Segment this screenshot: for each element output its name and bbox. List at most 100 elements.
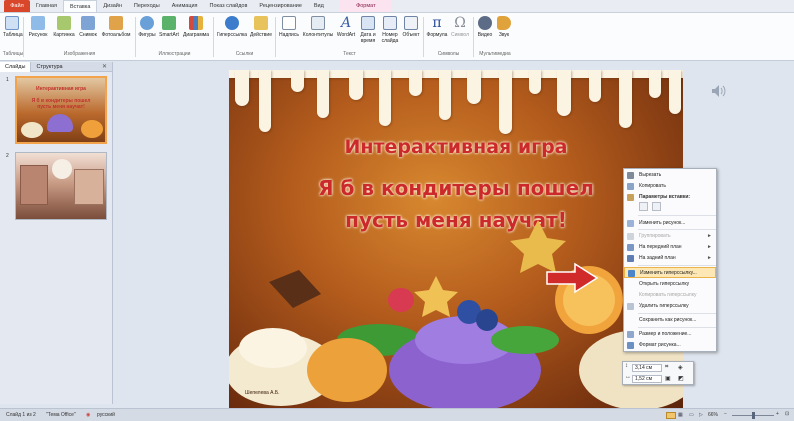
slide-title[interactable]: Интерактивная игра	[229, 136, 683, 158]
header-footer-button[interactable]: Колонтитулы	[301, 16, 335, 38]
height-field[interactable]: 3,14 см	[632, 364, 662, 372]
menu-item-bring-forward[interactable]: На передний план ►	[624, 242, 716, 253]
menu-item-remove-hyperlink[interactable]: Удалить гиперссылку	[624, 301, 716, 312]
wordart-icon: A	[340, 15, 352, 31]
textbox-icon	[282, 16, 296, 30]
tab-file[interactable]: Файл	[4, 0, 30, 12]
audio-button[interactable]: Звук	[495, 16, 513, 38]
menu-item-cut[interactable]: Вырезать	[624, 170, 716, 181]
cream-drip	[649, 70, 661, 98]
tab-animation[interactable]: Анимация	[166, 0, 204, 12]
slideshow-view-icon[interactable]: ▷	[699, 412, 703, 418]
textbox-button[interactable]: Надпись	[277, 16, 301, 38]
slide-subtitle-line-1[interactable]: Я б в кондитеры пошел	[229, 176, 683, 200]
slide-canvas[interactable]: Интерактивная игра Я б в кондитеры пошел…	[229, 70, 683, 410]
tab-slides[interactable]: Слайды	[0, 61, 32, 72]
paste-option-image[interactable]	[639, 202, 648, 211]
menu-item-format-picture[interactable]: Формат рисунка...	[624, 340, 716, 351]
crop-icon[interactable]: ⌗	[665, 364, 668, 371]
picture-icon	[31, 16, 45, 30]
smartart-button[interactable]: SmartArt	[157, 16, 181, 38]
size-icon	[627, 331, 634, 338]
theme-name: "Тема Office"	[46, 412, 76, 418]
object-icon	[404, 16, 418, 30]
menu-item-change-picture[interactable]: Изменить рисунок...	[624, 218, 716, 229]
tab-design[interactable]: Дизайн	[97, 0, 128, 12]
bring-forward-icon[interactable]: ▣	[665, 375, 671, 382]
link-icon	[628, 270, 635, 277]
tab-format[interactable]: Формат	[339, 0, 392, 12]
cream-drip	[379, 70, 391, 126]
shapes-icon	[140, 16, 154, 30]
tab-insert[interactable]: Вставка	[62, 0, 98, 12]
reading-view-icon[interactable]: ▭	[689, 412, 694, 418]
tab-view[interactable]: Вид	[308, 0, 330, 12]
picture-button[interactable]: Рисунок	[26, 16, 50, 38]
pi-icon: π	[432, 15, 442, 31]
sorter-view-icon[interactable]: ▦	[678, 412, 683, 418]
chart-button[interactable]: Диаграмма	[181, 16, 211, 38]
hyperlink-button[interactable]: Гиперссылка	[215, 16, 249, 38]
thumb-showcase	[20, 165, 48, 205]
menu-item-copy[interactable]: Копировать	[624, 181, 716, 192]
fit-to-window-icon[interactable]: ⊡	[785, 411, 789, 417]
style-icon[interactable]: ◈	[678, 364, 683, 371]
width-field[interactable]: 1,52 см	[632, 375, 662, 383]
photo-album-button[interactable]: Фотоальбом	[99, 16, 133, 38]
cream-drip	[235, 70, 249, 106]
copy-icon	[627, 183, 634, 190]
slide-number-button[interactable]: Номер слайда	[379, 16, 401, 44]
menu-item-size-position[interactable]: Размер и положение...	[624, 329, 716, 340]
tab-slideshow[interactable]: Показ слайдов	[204, 0, 254, 12]
zoom-in-icon[interactable]: +	[776, 411, 779, 417]
cream-drip	[557, 70, 571, 116]
menu-divider	[638, 229, 716, 230]
close-icon[interactable]: ✕	[102, 63, 107, 70]
tab-outline[interactable]: Структура	[31, 62, 67, 72]
object-button[interactable]: Объект	[401, 16, 421, 38]
cream-drip	[499, 70, 512, 134]
star-shape	[414, 276, 458, 317]
screenshot-button[interactable]: Снимок	[77, 16, 99, 38]
menu-item-send-backward[interactable]: На задний план ►	[624, 253, 716, 264]
cream-drip	[669, 70, 681, 114]
menu-item-edit-hyperlink[interactable]: Изменить гиперссылку...	[624, 267, 716, 278]
group-icon	[627, 233, 634, 240]
equation-button[interactable]: π Формула	[425, 16, 449, 38]
table-icon	[5, 16, 19, 30]
tab-transitions[interactable]: Переходы	[128, 0, 166, 12]
zoom-slider-thumb[interactable]	[752, 412, 755, 419]
menu-item-group: Группировать ►	[624, 231, 716, 242]
video-button[interactable]: Видео	[475, 16, 495, 38]
menu-divider	[638, 313, 716, 314]
slide-thumbnail-1[interactable]: Интерактивная игра Я б в кондитеры пошел…	[15, 76, 107, 144]
spellcheck-icon[interactable]: ◉	[86, 412, 90, 418]
action-button[interactable]: Действие	[249, 16, 273, 38]
screenshot-icon	[81, 16, 95, 30]
zoom-level[interactable]: 66%	[708, 412, 718, 418]
slide-thumbnail-2[interactable]	[15, 152, 107, 220]
language[interactable]: русский	[97, 412, 115, 418]
speaker-icon[interactable]	[711, 84, 727, 98]
thumb-cupcake	[47, 114, 73, 132]
menu-item-open-hyperlink[interactable]: Открыть гиперссылку	[624, 279, 716, 290]
menu-item-save-as-picture[interactable]: Сохранить как рисунок...	[624, 315, 716, 326]
shapes-button[interactable]: Фигуры	[137, 16, 157, 38]
normal-view-icon[interactable]	[666, 412, 676, 419]
submenu-arrow-icon: ►	[707, 233, 712, 239]
tab-home[interactable]: Главная	[30, 0, 63, 12]
fill-icon[interactable]: ◩	[678, 375, 684, 382]
paste-option-keep[interactable]	[652, 202, 661, 211]
zoom-out-icon[interactable]: −	[724, 411, 727, 417]
slides-panel: Слайды Структура ✕ 1 Интерактивная игра …	[0, 61, 113, 404]
table-button[interactable]: Таблица	[3, 16, 23, 38]
wordart-button[interactable]: A WordArt	[335, 16, 357, 38]
symbol-button[interactable]: Ω Символ	[449, 16, 471, 38]
tab-review[interactable]: Рецензирование	[253, 0, 307, 12]
clipart-button[interactable]: Картинка	[51, 16, 77, 38]
cream-drip	[589, 70, 601, 102]
photo-album-icon	[109, 16, 123, 30]
group-media-label: Мультимедиа	[479, 51, 511, 57]
date-time-button[interactable]: Дата и время	[357, 16, 379, 44]
unlink-icon	[627, 303, 634, 310]
